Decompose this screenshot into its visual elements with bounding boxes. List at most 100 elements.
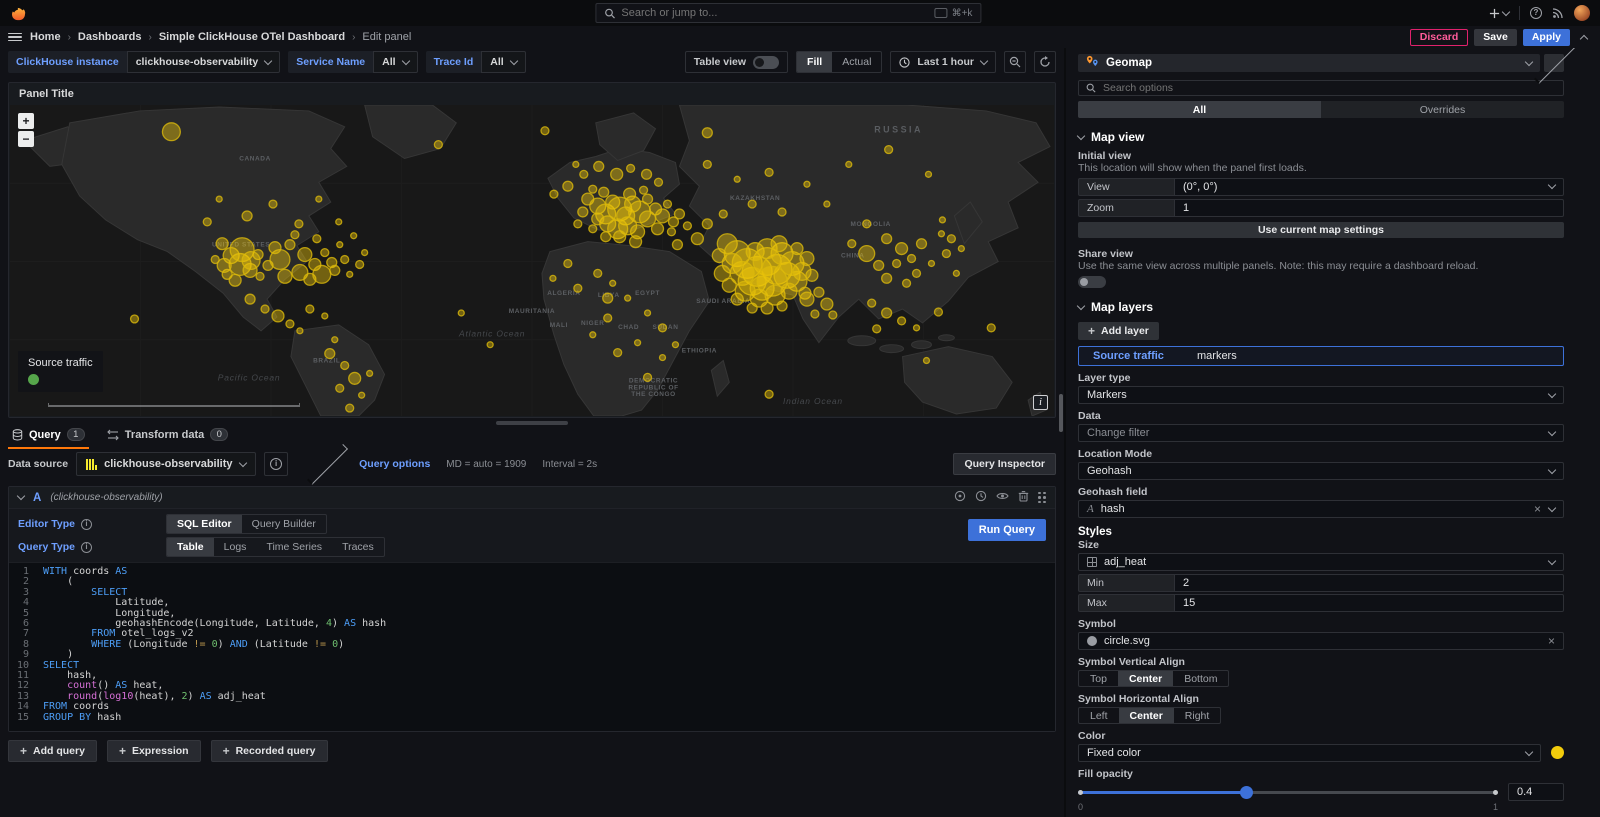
tab-transform-data[interactable]: Transform data 0 bbox=[103, 425, 232, 449]
section-map-view[interactable]: Map view bbox=[1078, 130, 1564, 144]
collapse-query-icon[interactable] bbox=[17, 492, 25, 500]
sql-code[interactable]: 1WITH coords AS2 (3 SELECT4 Latitude,5 L… bbox=[9, 562, 1055, 731]
drag-handle-icon[interactable] bbox=[1038, 492, 1046, 504]
max-input[interactable]: 15 bbox=[1174, 594, 1564, 612]
location-mode-select[interactable]: Geohash bbox=[1078, 462, 1564, 480]
options-search[interactable] bbox=[1078, 80, 1564, 96]
breadcrumb-item-dashboard[interactable]: Simple ClickHouse OTel Dashboard bbox=[159, 31, 345, 43]
actual-option[interactable]: Actual bbox=[832, 52, 881, 72]
trash-icon[interactable] bbox=[1018, 490, 1029, 505]
add-query-button[interactable]: +Add query bbox=[8, 740, 97, 762]
add-new-button[interactable] bbox=[1489, 8, 1509, 19]
clear-icon[interactable]: × bbox=[1534, 503, 1541, 515]
halign-center-option[interactable]: Center bbox=[1119, 708, 1174, 723]
sql-editor-option[interactable]: SQL Editor bbox=[167, 515, 242, 533]
fill-option[interactable]: Fill bbox=[797, 52, 832, 72]
zoom-input[interactable]: 1 bbox=[1174, 199, 1564, 217]
add-layer-button[interactable]: +Add layer bbox=[1078, 322, 1159, 340]
query-inspector-button[interactable]: Query Inspector bbox=[953, 453, 1056, 475]
discard-button[interactable]: Discard bbox=[1410, 29, 1469, 46]
recorded-query-button[interactable]: +Recorded query bbox=[211, 740, 328, 762]
fill-opacity-value[interactable]: 0.4 bbox=[1508, 783, 1564, 801]
query-builder-option[interactable]: Query Builder bbox=[242, 515, 326, 533]
circle-dot-icon[interactable] bbox=[954, 490, 966, 505]
variable-value-dropdown[interactable]: clickhouse-observability bbox=[127, 51, 281, 73]
time-series-option[interactable]: Time Series bbox=[256, 538, 332, 556]
halign-left-option[interactable]: Left bbox=[1079, 708, 1119, 723]
code-line[interactable]: 9 ) bbox=[9, 650, 1055, 660]
fill-opacity-label: Fill opacity bbox=[1078, 768, 1564, 780]
help-icon[interactable]: ? bbox=[1530, 7, 1542, 19]
min-input[interactable]: 2 bbox=[1174, 574, 1564, 592]
share-view-toggle[interactable] bbox=[1078, 276, 1106, 288]
color-select[interactable]: Fixed color bbox=[1078, 744, 1541, 762]
use-current-map-settings-button[interactable]: Use current map settings bbox=[1078, 222, 1564, 238]
news-icon[interactable] bbox=[1552, 7, 1564, 19]
search-input[interactable] bbox=[621, 7, 928, 19]
options-search-input[interactable] bbox=[1103, 82, 1556, 94]
datasource-help-button[interactable]: i bbox=[264, 452, 288, 476]
world-map[interactable]: RUSSIACANADAUNITED STATESKAZAKHSTANMONGO… bbox=[10, 105, 1054, 416]
breadcrumb-item-dashboards[interactable]: Dashboards bbox=[78, 31, 142, 43]
panel-title[interactable]: Panel Title bbox=[9, 83, 1055, 105]
code-line[interactable]: 2 ( bbox=[9, 577, 1055, 587]
code-line[interactable]: 15GROUP BY hash bbox=[9, 713, 1055, 723]
user-avatar[interactable] bbox=[1574, 5, 1590, 21]
halign-right-option[interactable]: Right bbox=[1174, 708, 1221, 723]
map-marker bbox=[217, 259, 231, 273]
variable-value-dropdown[interactable]: All bbox=[373, 51, 417, 73]
clear-icon[interactable]: × bbox=[1548, 635, 1555, 647]
section-map-layers[interactable]: Map layers bbox=[1078, 300, 1564, 314]
traces-option[interactable]: Traces bbox=[332, 538, 384, 556]
layer-type-select[interactable]: Markers bbox=[1078, 386, 1564, 404]
table-view-switch[interactable] bbox=[753, 56, 779, 69]
data-select[interactable]: Change filter bbox=[1078, 424, 1564, 442]
zoom-out-time-button[interactable] bbox=[1004, 51, 1026, 73]
code-line[interactable]: 1WITH coords AS bbox=[9, 567, 1055, 577]
eye-icon[interactable] bbox=[996, 490, 1009, 505]
time-range-picker[interactable]: Last 1 hour bbox=[890, 51, 996, 73]
map-attribution-button[interactable]: i bbox=[1033, 395, 1048, 410]
datasource-picker[interactable]: clickhouse-observability bbox=[76, 452, 256, 476]
query-row-header[interactable]: A (clickhouse-observability) bbox=[9, 487, 1055, 509]
size-select[interactable]: adj_heat bbox=[1078, 553, 1564, 571]
layer-item-source-traffic[interactable]: Source traffic markers bbox=[1078, 346, 1564, 366]
refresh-button[interactable] bbox=[1034, 51, 1056, 73]
valign-bottom-option[interactable]: Bottom bbox=[1173, 671, 1228, 686]
code-line[interactable]: 11 hash, bbox=[9, 671, 1055, 681]
expression-button[interactable]: +Expression bbox=[107, 740, 201, 762]
view-select[interactable]: (0°, 0°) bbox=[1174, 178, 1564, 196]
tab-all[interactable]: All bbox=[1078, 101, 1321, 118]
collapse-pane-button[interactable] bbox=[1544, 54, 1564, 72]
run-query-button[interactable]: Run Query bbox=[968, 519, 1046, 541]
tab-overrides[interactable]: Overrides bbox=[1321, 101, 1564, 118]
color-swatch[interactable] bbox=[1551, 746, 1564, 759]
symbol-select[interactable]: circle.svg× bbox=[1078, 632, 1564, 650]
collapse-up-icon[interactable] bbox=[1576, 33, 1592, 42]
query-options-link[interactable]: Query options bbox=[359, 458, 430, 470]
global-search[interactable]: ⌘+k bbox=[595, 3, 981, 23]
valign-center-option[interactable]: Center bbox=[1118, 671, 1173, 686]
visualization-picker[interactable]: Geomap bbox=[1078, 54, 1540, 72]
geohash-field-select[interactable]: Ahash× bbox=[1078, 500, 1564, 518]
scrollbar-thumb[interactable] bbox=[1059, 394, 1063, 432]
grafana-logo-icon[interactable] bbox=[10, 4, 28, 22]
code-line[interactable]: 13 round(log10(heat), 2) AS adj_heat bbox=[9, 692, 1055, 702]
clock-icon[interactable] bbox=[975, 490, 987, 505]
table-option[interactable]: Table bbox=[167, 538, 214, 556]
code-line[interactable]: 14FROM coords bbox=[9, 702, 1055, 712]
apply-button[interactable]: Apply bbox=[1523, 29, 1570, 46]
slider-thumb[interactable] bbox=[1240, 786, 1253, 799]
breadcrumb-item-home[interactable]: Home bbox=[30, 31, 61, 43]
valign-top-option[interactable]: Top bbox=[1079, 671, 1118, 686]
variable-value-dropdown[interactable]: All bbox=[481, 51, 525, 73]
logs-option[interactable]: Logs bbox=[214, 538, 257, 556]
fill-opacity-slider[interactable] bbox=[1078, 785, 1498, 799]
save-button[interactable]: Save bbox=[1474, 29, 1517, 46]
code-line[interactable]: 8 WHERE (Longitude != 0) AND (Latitude !… bbox=[9, 640, 1055, 650]
map-zoom-out-button[interactable]: − bbox=[18, 131, 34, 147]
menu-toggle-icon[interactable] bbox=[8, 33, 22, 42]
tab-query[interactable]: Query 1 bbox=[8, 425, 89, 449]
code-line[interactable]: 10SELECT bbox=[9, 661, 1055, 671]
map-zoom-in-button[interactable]: + bbox=[18, 113, 34, 129]
